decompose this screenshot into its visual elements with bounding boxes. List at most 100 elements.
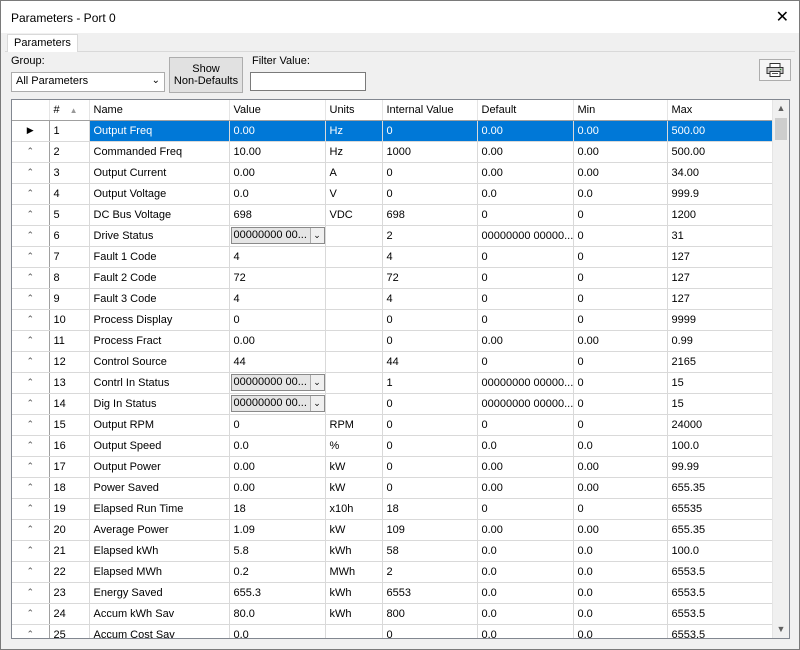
chevron-down-icon[interactable]: ⌄ [309,228,324,243]
column-header-units[interactable]: Units [325,100,383,121]
table-row[interactable]: ⌃ 9 Fault 3 Code 4 4 0 0 127 [12,288,773,310]
table-row[interactable]: ⌃ 6 Drive Status 00000000 00... ⌄ 2 00000000 0… [12,225,773,247]
column-header-value[interactable]: Value [229,100,326,121]
param-value-cell[interactable]: 0.00 [229,456,326,478]
table-row[interactable]: ⌃ 17 Output Power 0.00 kW 0 0.00 0.00 99.99 [12,456,773,478]
row-edit-marker-icon[interactable]: ⌃ [12,540,50,562]
table-row[interactable]: ⌃ 13 Contrl In Status 00000000 00... ⌄ 1 00000… [12,372,773,394]
row-edit-marker-icon[interactable]: ⌃ [12,309,50,331]
table-row[interactable]: ⌃ 18 Power Saved 0.00 kW 0 0.00 0.00 655.35 [12,477,773,499]
param-value-cell[interactable]: 4 [229,246,326,268]
param-value-cell[interactable]: 0.00 [229,120,326,142]
filter-input[interactable] [250,72,366,91]
column-header-min[interactable]: Min [573,100,668,121]
param-value-cell[interactable]: 0.00 [229,330,326,352]
table-row[interactable]: ⌃ 2 Commanded Freq 10.00 Hz 1000 0.00 0.00 500.0… [12,141,773,163]
param-value-cell[interactable]: 0.2 [229,561,326,583]
param-value-cell[interactable]: 80.0 [229,603,326,625]
param-value-cell[interactable]: 10.00 [229,141,326,163]
scroll-up-icon[interactable]: ▲ [773,100,789,117]
param-value-cell[interactable]: 0.0 [229,624,326,638]
scroll-thumb[interactable] [775,118,787,140]
row-edit-marker-icon[interactable]: ⌃ [12,519,50,541]
tab-parameters[interactable]: Parameters [7,34,78,53]
row-edit-marker-icon[interactable]: ⌃ [12,141,50,163]
table-row[interactable]: ⌃ 24 Accum kWh Sav 80.0 kWh 800 0.0 0.0 6553.5 [12,603,773,625]
param-value-cell[interactable]: 0.00 [229,162,326,184]
table-row[interactable]: ⌃ 5 DC Bus Voltage 698 VDC 698 0 0 1200 [12,204,773,226]
param-value-cell[interactable]: 0.00 [229,477,326,499]
table-row[interactable]: ⌃ 8 Fault 2 Code 72 72 0 0 127 [12,267,773,289]
row-edit-marker-icon[interactable]: ⌃ [12,561,50,583]
scroll-down-icon[interactable]: ▼ [773,621,789,638]
param-value-cell[interactable]: 00000000 00... ⌄ [229,225,326,247]
column-header-internal-value[interactable]: Internal Value [382,100,478,121]
param-value-cell[interactable]: 655.3 [229,582,326,604]
row-edit-marker-icon[interactable]: ⌃ [12,267,50,289]
column-header-name[interactable]: Name [89,100,230,121]
table-row[interactable]: ⌃ 14 Dig In Status 00000000 00... ⌄ 0 00000000… [12,393,773,415]
param-value-cell[interactable]: 698 [229,204,326,226]
param-value-cell[interactable]: 0.0 [229,435,326,457]
row-edit-marker-icon[interactable]: ⌃ [12,372,50,394]
param-value-cell[interactable]: 0 [229,309,326,331]
value-combo[interactable]: 00000000 00... ⌄ [230,374,324,391]
param-value-cell[interactable]: 0.0 [229,183,326,205]
row-edit-marker-icon[interactable]: ⌃ [12,351,50,373]
row-edit-marker-icon[interactable]: ⌃ [12,624,50,638]
param-value-cell[interactable]: 0 [229,414,326,436]
table-row[interactable]: ⌃ 19 Elapsed Run Time 18 x10h 18 0 0 65535 [12,498,773,520]
table-row[interactable]: ▶ 1 Output Freq 0.00 Hz 0 0.00 0.00 500.00 [12,120,773,142]
column-header-num[interactable]: # ▲ [49,100,90,121]
row-edit-marker-icon[interactable]: ⌃ [12,603,50,625]
row-edit-marker-icon[interactable]: ⌃ [12,414,50,436]
table-row[interactable]: ⌃ 3 Output Current 0.00 A 0 0.00 0.00 34.00 [12,162,773,184]
table-row[interactable]: ⌃ 11 Process Fract 0.00 0 0.00 0.00 0.99 [12,330,773,352]
table-row[interactable]: ⌃ 20 Average Power 1.09 kW 109 0.00 0.00 655.35 [12,519,773,541]
param-value-cell[interactable]: 5.8 [229,540,326,562]
table-row[interactable]: ⌃ 16 Output Speed 0.0% 0 0.0 0.0 100.0 [12,435,773,457]
table-row[interactable]: ⌃ 22 Elapsed MWh 0.2 MWh 2 0.0 0.0 6553.5 [12,561,773,583]
table-row[interactable]: ⌃ 23 Energy Saved 655.3 kWh 6553 0.0 0.0 6553.5 [12,582,773,604]
param-value-cell[interactable]: 18 [229,498,326,520]
param-value-cell[interactable]: 44 [229,351,326,373]
param-value-cell[interactable]: 00000000 00... ⌄ [229,372,326,394]
row-edit-marker-icon[interactable]: ⌃ [12,225,50,247]
column-header-max[interactable]: Max [667,100,773,121]
row-edit-marker-icon[interactable]: ⌃ [12,477,50,499]
table-row[interactable]: ⌃ 15 Output RPM 0 RPM 0 0 0 24000 [12,414,773,436]
row-edit-marker-icon[interactable]: ⌃ [12,582,50,604]
value-combo[interactable]: 00000000 00... ⌄ [230,395,324,412]
table-row[interactable]: ⌃ 10 Process Display 0 0 0 0 9999 [12,309,773,331]
row-selector-arrow-icon[interactable]: ▶ [12,120,50,142]
group-select[interactable]: All Parameters ⌄ [11,72,165,92]
row-edit-marker-icon[interactable]: ⌃ [12,246,50,268]
column-header-default[interactable]: Default [477,100,574,121]
row-edit-marker-icon[interactable]: ⌃ [12,183,50,205]
param-value-cell[interactable]: 1.09 [229,519,326,541]
table-row[interactable]: ⌃ 4 Output Voltage 0.0 V 0 0.0 0.0 999.9 [12,183,773,205]
table-row[interactable]: ⌃ 25 Accum Cost Sav 0.0 0 0.0 0.0 6553.5 [12,624,773,638]
param-units-cell [325,330,383,352]
show-non-defaults-button[interactable]: Show Non-Defaults [169,57,243,93]
table-row[interactable]: ⌃ 12 Control Source 44 44 0 0 2165 [12,351,773,373]
row-edit-marker-icon[interactable]: ⌃ [12,162,50,184]
vertical-scrollbar[interactable]: ▲ ▼ [772,100,789,638]
row-edit-marker-icon[interactable]: ⌃ [12,330,50,352]
value-combo[interactable]: 00000000 00... ⌄ [230,227,324,244]
close-icon[interactable]: ✕ [776,7,789,27]
row-edit-marker-icon[interactable]: ⌃ [12,288,50,310]
print-button[interactable] [759,59,791,81]
chevron-down-icon[interactable]: ⌄ [309,396,324,411]
param-value-cell[interactable]: 00000000 00... ⌄ [229,393,326,415]
table-row[interactable]: ⌃ 7 Fault 1 Code 4 4 0 0 127 [12,246,773,268]
row-edit-marker-icon[interactable]: ⌃ [12,435,50,457]
param-value-cell[interactable]: 4 [229,288,326,310]
row-edit-marker-icon[interactable]: ⌃ [12,456,50,478]
row-edit-marker-icon[interactable]: ⌃ [12,498,50,520]
param-value-cell[interactable]: 72 [229,267,326,289]
chevron-down-icon[interactable]: ⌄ [309,375,324,390]
row-edit-marker-icon[interactable]: ⌃ [12,393,50,415]
row-edit-marker-icon[interactable]: ⌃ [12,204,50,226]
table-row[interactable]: ⌃ 21 Elapsed kWh 5.8 kWh 58 0.0 0.0 100.0 [12,540,773,562]
